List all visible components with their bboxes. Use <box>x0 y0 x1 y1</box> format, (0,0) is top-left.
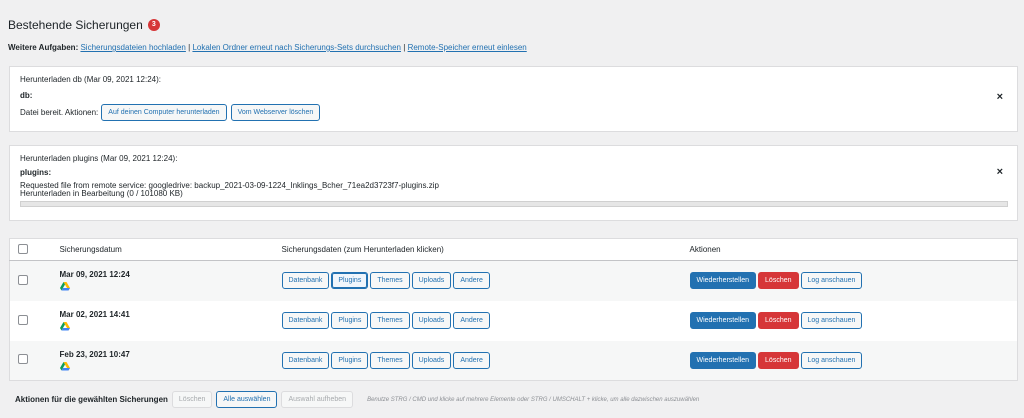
close-icon[interactable]: × <box>997 166 1003 178</box>
download-datenbank-button[interactable]: Datenbank <box>281 351 330 369</box>
delete-from-webserver-button[interactable]: Vom Webserver löschen <box>230 104 321 121</box>
row-select-cell <box>10 261 60 301</box>
download-panel-db: Herunterladen db (Mar 09, 2021 12:24): d… <box>9 66 1018 132</box>
row-actions-cell: Wiederherstellen Löschen Log anschauen <box>689 261 1018 301</box>
row-data-cell: Datenbank Plugins Themes Uploads Andere <box>281 301 690 341</box>
download-progress-bar <box>20 201 1008 207</box>
google-drive-icon <box>59 322 70 331</box>
download-themes-button[interactable]: Themes <box>370 351 410 369</box>
download-plugins-button[interactable]: Plugins <box>331 312 369 329</box>
view-log-button[interactable]: Log anschauen <box>800 312 863 329</box>
delete-button[interactable]: Löschen <box>758 351 799 369</box>
more-tasks-label: Weitere Aufgaben: <box>8 43 79 52</box>
row-checkbox[interactable] <box>18 314 28 325</box>
select-all-button[interactable]: Alle auswählen <box>216 391 278 408</box>
row-data-cell: Datenbank Plugins Themes Uploads Andere <box>281 341 690 381</box>
separator: | <box>403 43 406 52</box>
row-date-cell: Mar 02, 2021 14:41 <box>59 301 282 341</box>
download-datenbank-button[interactable]: Datenbank <box>281 312 330 329</box>
actions-label: Datei bereit. Aktionen: <box>20 108 99 117</box>
table-row[interactable]: Feb 23, 2021 10:47 Datenbank Plugins Themes… <box>9 340 1018 381</box>
download-uploads-button[interactable]: Uploads <box>411 272 452 290</box>
restore-button[interactable]: Wiederherstellen <box>689 312 757 329</box>
restore-button[interactable]: Wiederherstellen <box>689 351 757 369</box>
restore-button[interactable]: Wiederherstellen <box>689 272 757 290</box>
download-plugins-button[interactable]: Plugins <box>331 351 369 369</box>
download-andere-button[interactable]: Andere <box>453 312 490 329</box>
row-select-cell <box>10 301 60 341</box>
download-panel-key: db: <box>20 91 33 100</box>
delete-button[interactable]: Löschen <box>758 272 799 290</box>
bulk-actions-label: Aktionen für die gewählten Sicherungen <box>15 395 168 404</box>
bulk-actions: Aktionen für die gewählten Sicherungen L… <box>15 391 699 408</box>
download-status-progress: Herunterladen in Bearbeitung (0 / 101080… <box>20 189 183 198</box>
row-actions-cell: Wiederherstellen Löschen Log anschauen <box>689 301 1018 341</box>
rescan-remote-storage-link[interactable]: Remote-Speicher erneut einlesen <box>408 43 527 52</box>
rescan-local-folder-link[interactable]: Lokalen Ordner erneut nach Sicherungs-Se… <box>192 43 401 52</box>
google-drive-icon <box>59 361 70 371</box>
select-all-checkbox[interactable] <box>18 243 28 254</box>
row-date-cell: Feb 23, 2021 10:47 <box>59 341 282 381</box>
page-title: Bestehende Sicherungen <box>8 18 143 32</box>
backup-date: Mar 09, 2021 12:24 <box>59 270 130 280</box>
download-themes-button[interactable]: Themes <box>370 272 410 290</box>
download-andere-button[interactable]: Andere <box>453 272 490 290</box>
header-actions: Aktionen <box>689 238 1018 261</box>
header-select-all <box>9 238 60 261</box>
bulk-selection-hint: Benutze STRG / CMD und klicke auf mehrer… <box>367 396 700 403</box>
download-actions-row: Datei bereit. Aktionen: Auf deinen Compu… <box>20 104 324 121</box>
backup-count-badge: 3 <box>147 19 160 31</box>
delete-button[interactable]: Löschen <box>758 312 799 329</box>
view-log-button[interactable]: Log anschauen <box>800 351 863 369</box>
row-actions-cell: Wiederherstellen Löschen Log anschauen <box>689 341 1018 381</box>
download-panel-plugins: Herunterladen plugins (Mar 09, 2021 12:2… <box>9 145 1018 221</box>
row-checkbox[interactable] <box>18 274 28 285</box>
download-andere-button[interactable]: Andere <box>453 351 490 369</box>
download-panel-title: Herunterladen db (Mar 09, 2021 12:24): <box>20 75 161 84</box>
download-uploads-button[interactable]: Uploads <box>411 351 452 369</box>
view-log-button[interactable]: Log anschauen <box>800 272 863 290</box>
page-heading: Bestehende Sicherungen 3 <box>8 18 160 32</box>
upload-backup-files-link[interactable]: Sicherungsdateien hochladen <box>80 43 185 52</box>
header-date: Sicherungsdatum <box>59 238 282 261</box>
separator: | <box>188 43 191 52</box>
table-row[interactable]: Mar 02, 2021 14:41 Datenbank Plugins Themes… <box>10 301 1018 341</box>
header-backup-data: Sicherungsdaten (zum Herunterladen klick… <box>281 238 690 261</box>
backups-table: Sicherungsdatum Sicherungsdaten (zum Her… <box>9 238 1018 381</box>
table-row[interactable]: Mar 09, 2021 12:24 Datenbank Plugins Themes… <box>9 260 1018 301</box>
more-tasks: Weitere Aufgaben: Sicherungsdateien hoch… <box>8 43 527 52</box>
download-datenbank-button[interactable]: Datenbank <box>281 272 330 290</box>
row-checkbox[interactable] <box>18 354 28 365</box>
backup-date: Mar 02, 2021 14:41 <box>59 310 130 319</box>
row-select-cell <box>10 341 60 381</box>
backup-date: Feb 23, 2021 10:47 <box>59 349 130 359</box>
download-plugins-button[interactable]: Plugins <box>331 272 369 290</box>
download-panel-key: plugins: <box>20 168 52 177</box>
bulk-delete-button[interactable]: Löschen <box>171 391 213 408</box>
deselect-button[interactable]: Auswahl aufheben <box>281 391 354 408</box>
row-data-cell: Datenbank Plugins Themes Uploads Andere <box>281 261 690 301</box>
download-panel-title: Herunterladen plugins (Mar 09, 2021 12:2… <box>20 154 178 163</box>
google-drive-icon <box>59 282 70 291</box>
close-icon[interactable]: × <box>997 91 1003 103</box>
download-themes-button[interactable]: Themes <box>370 312 410 329</box>
download-to-computer-button[interactable]: Auf deinen Computer herunterladen <box>101 104 227 121</box>
row-date-cell: Mar 09, 2021 12:24 <box>59 261 282 301</box>
table-header-row: Sicherungsdatum Sicherungsdaten (zum Her… <box>9 238 1018 261</box>
download-uploads-button[interactable]: Uploads <box>411 312 452 329</box>
